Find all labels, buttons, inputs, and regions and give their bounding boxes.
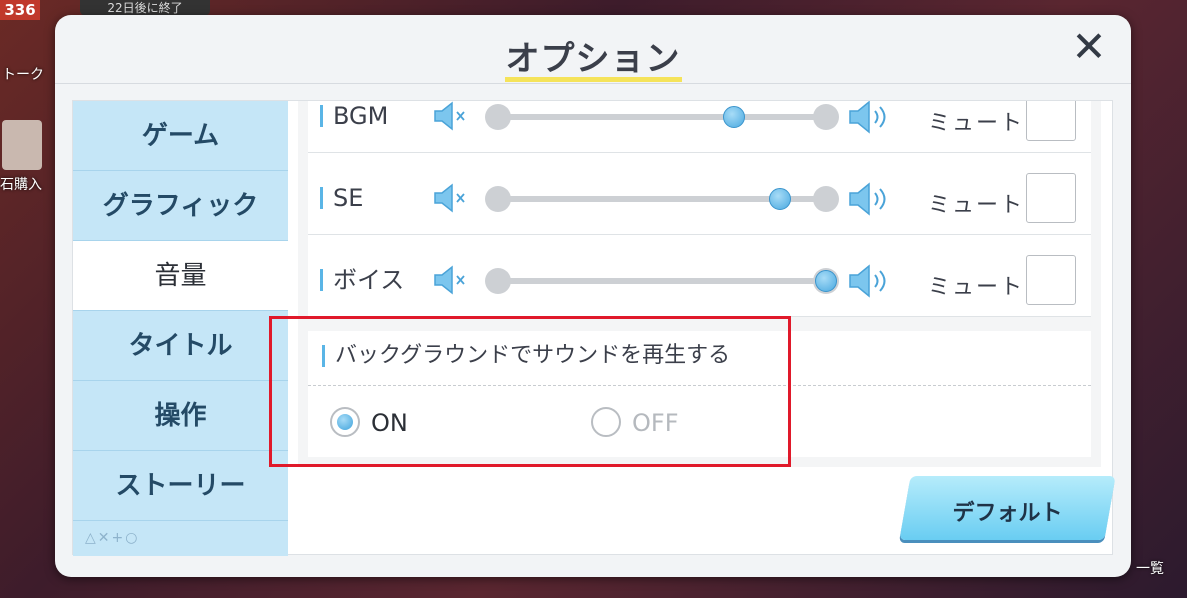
slider-min-cap [485,104,511,130]
category-tabs: ゲーム グラフィック 音量 タイトル 操作 ストーリー △✕+○ [73,101,288,556]
title-underline [505,77,682,82]
volume-label: BGM [320,104,388,128]
options-dialog: オプション ✕ ゲーム グラフィック 音量 タイトル 操作 ストーリー △✕+○… [55,15,1131,577]
mute-checkbox-se[interactable] [1026,173,1076,223]
volume-row-voice: ボイス ミュート [308,235,1091,317]
speaker-mute-icon [434,183,465,213]
volume-row-bgm: BGM ミュート [308,101,1091,153]
volume-label: SE [320,186,363,210]
speaker-mute-icon [434,265,465,295]
notification-badge: 336 [0,0,40,20]
slider-min-cap [485,268,511,294]
tab-controls[interactable]: 操作 [73,381,288,451]
close-button[interactable]: ✕ [1069,26,1109,68]
shop-icon[interactable] [2,120,42,170]
volume-slider-track[interactable] [498,278,826,284]
slider-max-cap [813,186,839,212]
volume-slider-thumb[interactable] [815,270,837,292]
controller-glyphs: △✕+○ [85,530,140,546]
speaker-loud-icon [849,182,886,216]
speaker-mute-icon [434,101,465,131]
tab-volume[interactable]: 音量 [73,241,288,311]
volume-label: ボイス [320,268,404,292]
slider-min-cap [485,186,511,212]
mute-label: ミュート [928,275,1025,300]
tab-title[interactable]: タイトル [73,311,288,381]
volume-slider-thumb[interactable] [769,188,792,210]
shop-menu-label[interactable]: 石購入 [0,174,42,194]
highlight-annotation [269,316,791,467]
speaker-loud-icon [849,264,886,298]
mute-checkbox-voice[interactable] [1026,255,1076,305]
event-timer-chip: 22日後に終了 [80,0,210,16]
tab-graphics[interactable]: グラフィック [73,171,288,241]
dialog-title: オプション [505,39,681,79]
tab-story[interactable]: ストーリー [73,451,288,521]
volume-row-se: SE ミュート [308,153,1091,235]
default-button-label: デフォルト [952,501,1063,526]
mute-label: ミュート [928,111,1025,136]
speaker-loud-icon [849,101,886,134]
volume-slider-track[interactable] [498,114,826,120]
talk-menu-label[interactable]: トーク [2,64,44,84]
tab-game[interactable]: ゲーム [73,101,288,171]
default-button[interactable]: デフォルト [899,476,1116,540]
mute-label: ミュート [928,193,1025,218]
mute-checkbox-bgm[interactable] [1026,101,1076,141]
slider-max-cap [813,104,839,130]
header-divider [55,83,1131,84]
list-menu-label[interactable]: 一覧 [1136,558,1164,578]
volume-slider-thumb[interactable] [723,106,746,128]
